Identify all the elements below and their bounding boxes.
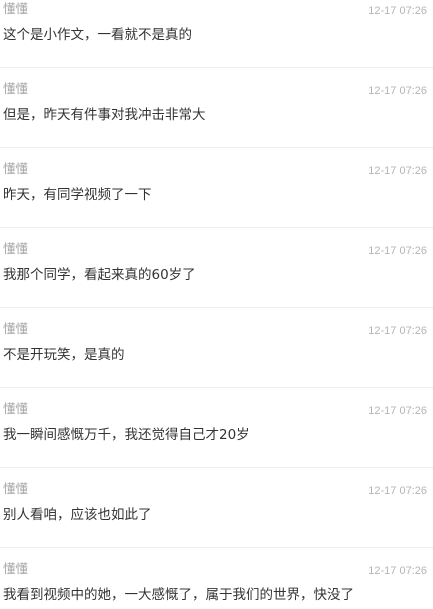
comment-text: 我看到视频中的她，一大感慨了，属于我们的世界，快没了 [3, 587, 354, 603]
comment-divider [0, 227, 433, 228]
comment-divider [0, 547, 433, 548]
comment-divider [0, 67, 433, 68]
comment-username[interactable]: 懂懂 [3, 321, 28, 337]
comment-timestamp: 12-17 07:26 [368, 165, 427, 177]
comment-item: 懂懂 12-17 07:26 我那个同学，看起来真的60岁了 [0, 240, 433, 320]
comment-text: 我一瞬间感慨万千，我还觉得自己才20岁 [3, 427, 250, 443]
comment-divider [0, 467, 433, 468]
comment-username[interactable]: 懂懂 [3, 241, 28, 257]
comment-username[interactable]: 懂懂 [3, 1, 28, 17]
comment-item: 懂懂 12-17 07:26 我看到视频中的她，一大感慨了，属于我们的世界，快没… [0, 560, 433, 609]
comment-timestamp: 12-17 07:26 [368, 485, 427, 497]
comment-username[interactable]: 懂懂 [3, 401, 28, 417]
comment-divider [0, 307, 433, 308]
comment-item: 懂懂 12-17 07:26 不是开玩笑，是真的 [0, 320, 433, 400]
comment-item: 懂懂 12-17 07:26 这个是小作文，一看就不是真的 [0, 0, 433, 80]
comment-username[interactable]: 懂懂 [3, 81, 28, 97]
comment-item: 懂懂 12-17 07:26 昨天，有同学视频了一下 [0, 160, 433, 240]
comment-timestamp: 12-17 07:26 [368, 325, 427, 337]
comment-text: 但是，昨天有件事对我冲击非常大 [3, 107, 206, 123]
comment-divider [0, 387, 433, 388]
comment-item: 懂懂 12-17 07:26 但是，昨天有件事对我冲击非常大 [0, 80, 433, 160]
comment-timestamp: 12-17 07:26 [368, 5, 427, 17]
comment-text: 昨天，有同学视频了一下 [3, 187, 152, 203]
comment-item: 懂懂 12-17 07:26 我一瞬间感慨万千，我还觉得自己才20岁 [0, 400, 433, 480]
comment-list: 懂懂 12-17 07:26 这个是小作文，一看就不是真的 懂懂 12-17 0… [0, 0, 433, 609]
comment-timestamp: 12-17 07:26 [368, 245, 427, 257]
comment-timestamp: 12-17 07:26 [368, 85, 427, 97]
comment-text: 不是开玩笑，是真的 [3, 347, 125, 363]
comment-text: 我那个同学，看起来真的60岁了 [3, 267, 196, 283]
comment-username[interactable]: 懂懂 [3, 561, 28, 577]
comment-timestamp: 12-17 07:26 [368, 565, 427, 577]
comment-username[interactable]: 懂懂 [3, 161, 28, 177]
comment-text: 这个是小作文，一看就不是真的 [3, 27, 192, 43]
comment-divider [0, 147, 433, 148]
comment-text: 别人看咱，应该也如此了 [3, 507, 152, 523]
comment-username[interactable]: 懂懂 [3, 481, 28, 497]
comment-timestamp: 12-17 07:26 [368, 405, 427, 417]
comment-item: 懂懂 12-17 07:26 别人看咱，应该也如此了 [0, 480, 433, 560]
